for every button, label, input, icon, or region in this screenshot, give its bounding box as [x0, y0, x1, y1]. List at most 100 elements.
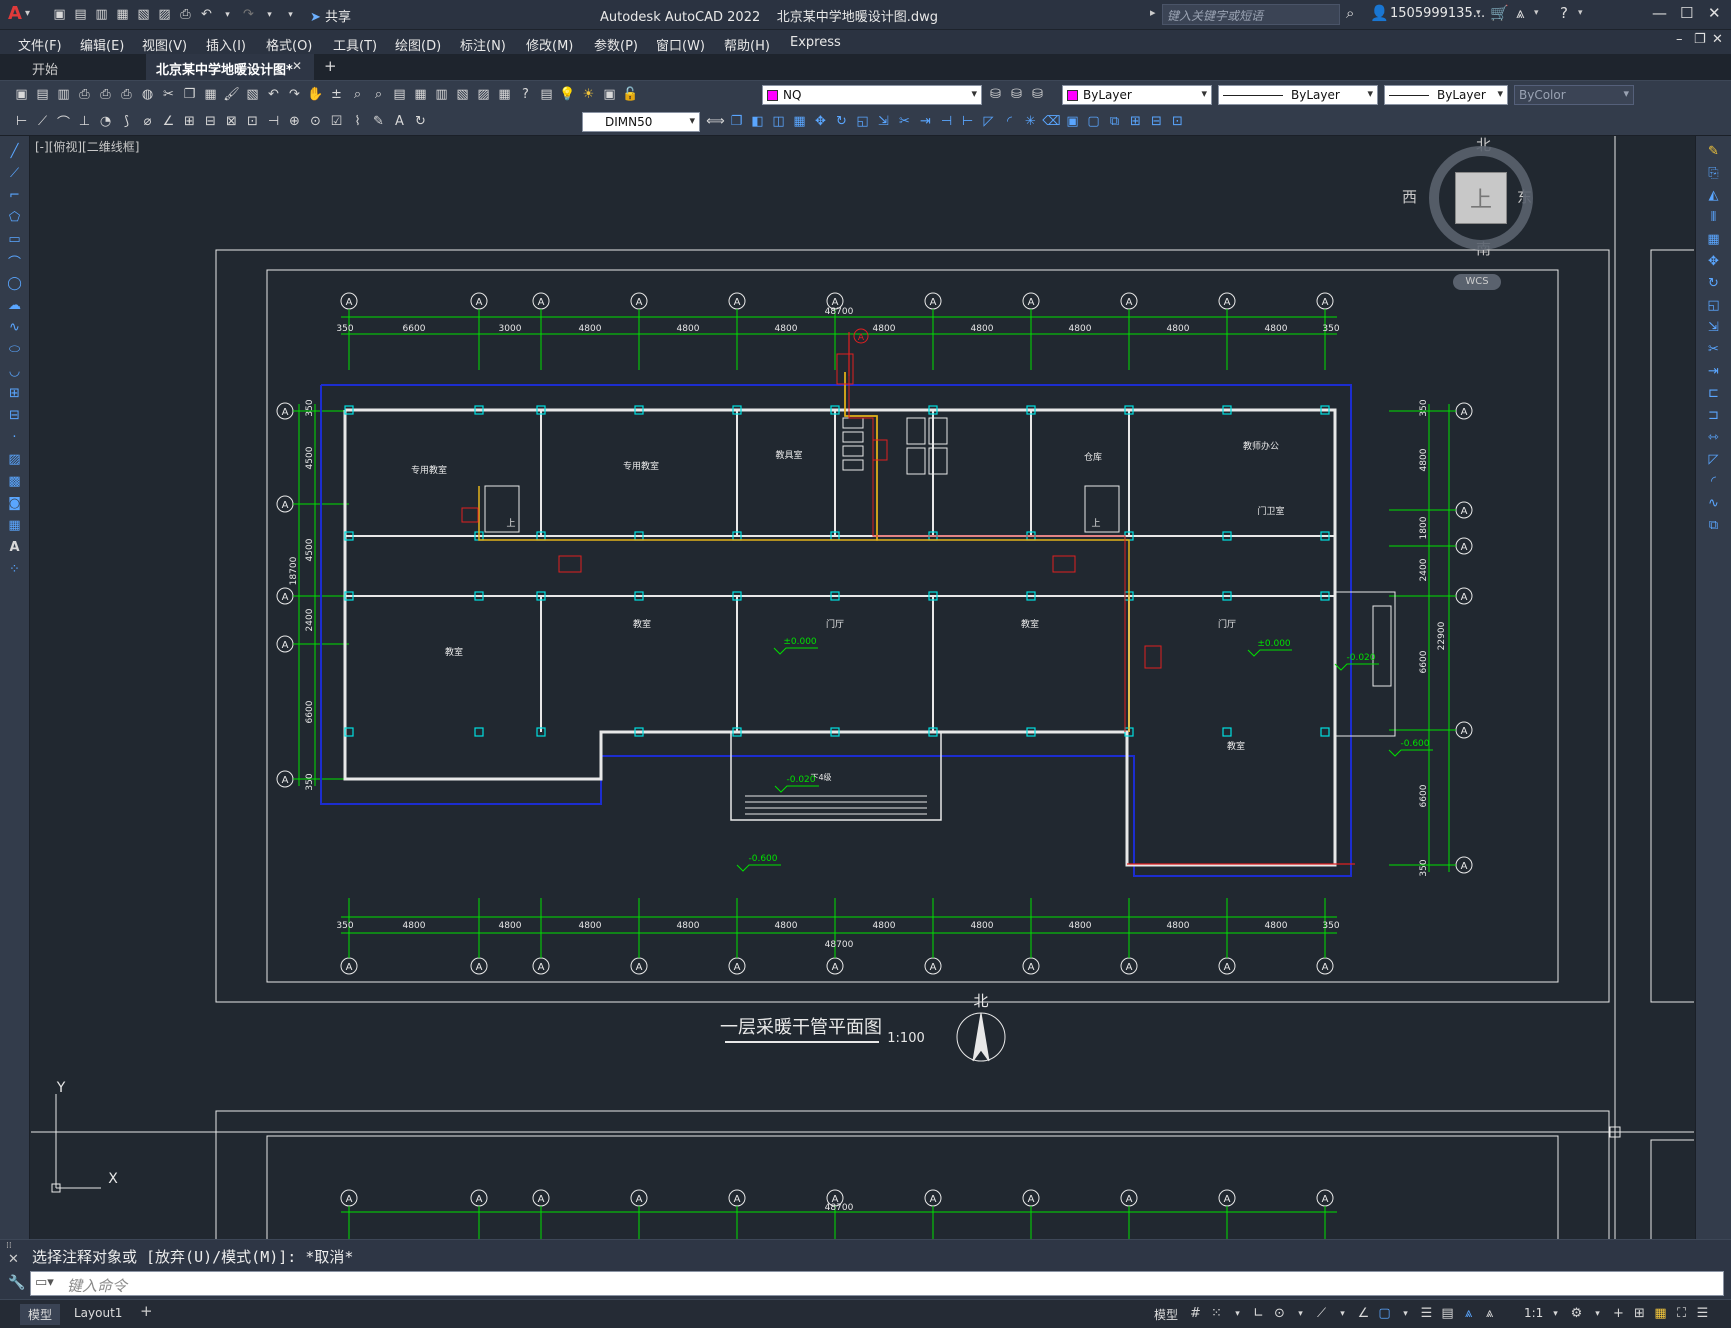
- insert-block-icon[interactable]: ⊞: [1126, 112, 1145, 131]
- ungroup-icon[interactable]: ▢: [1084, 112, 1103, 131]
- polygon-icon[interactable]: ⬠: [5, 208, 24, 227]
- dim-text-edit-icon[interactable]: A: [390, 112, 409, 131]
- offset-icon[interactable]: ◫: [769, 112, 788, 131]
- menu-format[interactable]: 格式(O): [266, 35, 312, 54]
- copy-icon[interactable]: ❐: [180, 85, 199, 104]
- dim-arc-icon[interactable]: ⌒: [54, 112, 73, 131]
- dim-break-icon[interactable]: ⊣: [264, 112, 283, 131]
- print-icon[interactable]: ⎙: [75, 85, 94, 104]
- linetype-select[interactable]: ByLayer ▾: [1218, 85, 1378, 105]
- mirror-tool-icon[interactable]: ◭: [1704, 186, 1723, 205]
- fillet-tool-icon[interactable]: ◜: [1704, 472, 1723, 491]
- new-tab-icon[interactable]: +: [324, 57, 337, 75]
- pan-icon[interactable]: ✋: [306, 85, 325, 104]
- extend-icon[interactable]: ⇥: [916, 112, 935, 131]
- quick-properties-icon[interactable]: ▦: [1651, 1304, 1670, 1323]
- workspace-gear-icon[interactable]: ⚙: [1567, 1304, 1586, 1323]
- dim-radius-icon[interactable]: ◔: [96, 112, 115, 131]
- osnap-dropdown-icon[interactable]: ▾: [1396, 1304, 1415, 1323]
- tab-close-icon[interactable]: ✕: [292, 59, 302, 73]
- layer-states-icon[interactable]: ⛁: [1028, 85, 1047, 104]
- dim-edit-icon[interactable]: ✎: [369, 112, 388, 131]
- auto-scale-icon[interactable]: ⩓: [1480, 1304, 1499, 1323]
- plot-icon[interactable]: ⎙: [176, 5, 195, 24]
- recent-commands-icon[interactable]: ▭▾: [35, 1275, 54, 1290]
- save-web-icon[interactable]: ▨: [155, 5, 174, 24]
- isodraft-icon[interactable]: ⟋: [1312, 1304, 1331, 1323]
- status-menu-icon[interactable]: ☰: [1693, 1304, 1712, 1323]
- chamfer-tool-icon[interactable]: ◸: [1704, 450, 1723, 469]
- tolerance-icon[interactable]: ⊕: [285, 112, 304, 131]
- qnew-icon[interactable]: ▣: [12, 85, 31, 104]
- annotation-scale[interactable]: 1:1: [1524, 1306, 1543, 1320]
- rotate-tool-icon[interactable]: ↻: [1704, 274, 1723, 293]
- scale-tool-icon[interactable]: ◱: [1704, 296, 1723, 315]
- match-prop-icon[interactable]: 🖌: [222, 85, 241, 104]
- move-icon[interactable]: ✥: [811, 112, 830, 131]
- design-center-icon[interactable]: ▦: [411, 85, 430, 104]
- menu-modify[interactable]: 修改(M): [526, 35, 573, 54]
- doc-restore-icon[interactable]: ❐: [1694, 32, 1706, 47]
- array-tool-icon[interactable]: ▦: [1704, 230, 1723, 249]
- fillet-icon[interactable]: ◜: [1000, 112, 1019, 131]
- open-icon[interactable]: ▤: [33, 85, 52, 104]
- explode-icon[interactable]: ✳: [1021, 112, 1040, 131]
- redo-dropdown-icon[interactable]: ▾: [260, 5, 279, 24]
- layer-select[interactable]: NQ ▾: [762, 85, 982, 105]
- dim-angular-icon[interactable]: ∠: [159, 112, 178, 131]
- menu-draw[interactable]: 绘图(D): [395, 35, 441, 54]
- viewcube-west[interactable]: 西: [1402, 186, 1417, 207]
- hatch-icon[interactable]: ▨: [5, 450, 24, 469]
- zoom-realtime-icon[interactable]: ±: [327, 85, 346, 104]
- customize-quick-access-icon[interactable]: ▾: [281, 5, 300, 24]
- trim-icon[interactable]: ✂: [895, 112, 914, 131]
- dim-update-icon[interactable]: ↻: [411, 112, 430, 131]
- dim-space-icon[interactable]: ⊡: [243, 112, 262, 131]
- menu-dimension[interactable]: 标注(N): [460, 35, 506, 54]
- snap-dropdown-icon[interactable]: ▾: [1228, 1304, 1247, 1323]
- extend-tool-icon[interactable]: ⇥: [1704, 362, 1723, 381]
- wcs-button[interactable]: WCS: [1453, 274, 1501, 290]
- center-mark-icon[interactable]: ⊙: [306, 112, 325, 131]
- share-button[interactable]: ➤ 共享: [310, 6, 351, 25]
- help-tb-icon[interactable]: ?: [516, 85, 535, 104]
- doc-minimize-icon[interactable]: –: [1676, 32, 1683, 47]
- layer-previous-icon[interactable]: ⛁: [1007, 85, 1026, 104]
- dim-diameter-icon[interactable]: ⌀: [138, 112, 157, 131]
- layer-freeze-icon[interactable]: ☀: [579, 85, 598, 104]
- undo-tb-icon[interactable]: ↶: [264, 85, 283, 104]
- annotation-monitor-icon[interactable]: +: [1609, 1304, 1628, 1323]
- explode-tool-icon[interactable]: ⧉: [1704, 516, 1723, 535]
- clean-screen-icon[interactable]: ⛶: [1672, 1304, 1691, 1323]
- chamfer-icon[interactable]: ◸: [979, 112, 998, 131]
- menu-file[interactable]: 文件(F): [18, 35, 62, 54]
- open-web-icon[interactable]: ▧: [134, 5, 153, 24]
- paste-icon[interactable]: ▦: [201, 85, 220, 104]
- close-icon[interactable]: ✕: [1708, 4, 1721, 22]
- open-file-icon[interactable]: ▤: [71, 5, 90, 24]
- polar-dropdown-icon[interactable]: ▾: [1291, 1304, 1310, 1323]
- mtext-icon[interactable]: A: [5, 538, 24, 557]
- units-icon[interactable]: ⊞: [1630, 1304, 1649, 1323]
- dim-aligned-icon[interactable]: ⟋: [33, 112, 52, 131]
- tab-start[interactable]: 开始: [22, 54, 142, 80]
- tab-drawing[interactable]: 北京某中学地暖设计图*: [146, 54, 314, 80]
- dim-baseline-icon[interactable]: ⊟: [201, 112, 220, 131]
- command-input[interactable]: ▭▾ 键入命令: [30, 1271, 1724, 1296]
- ellipse-arc-icon[interactable]: ◡: [5, 362, 24, 381]
- help-dropdown-icon[interactable]: ▾: [1578, 8, 1583, 18]
- erase-icon[interactable]: ⌫: [1042, 112, 1061, 131]
- command-close-icon[interactable]: ✕: [8, 1252, 19, 1267]
- minimize-icon[interactable]: —: [1652, 4, 1667, 22]
- transparency-icon[interactable]: ▤: [1438, 1304, 1457, 1323]
- zoom-window-icon[interactable]: ⌕: [348, 85, 367, 104]
- make-block-icon[interactable]: ⊟: [5, 406, 24, 425]
- revcloud-icon[interactable]: ☁: [5, 296, 24, 315]
- cart-icon[interactable]: 🛒: [1490, 4, 1509, 22]
- tab-model[interactable]: 模型: [20, 1304, 61, 1325]
- publish-icon[interactable]: ⎙: [117, 85, 136, 104]
- join-tool-icon[interactable]: ⇿: [1704, 428, 1723, 447]
- ortho-icon[interactable]: ∟: [1249, 1304, 1268, 1323]
- zoom-previous-icon[interactable]: ⌕: [369, 85, 388, 104]
- inspect-icon[interactable]: ☑: [327, 112, 346, 131]
